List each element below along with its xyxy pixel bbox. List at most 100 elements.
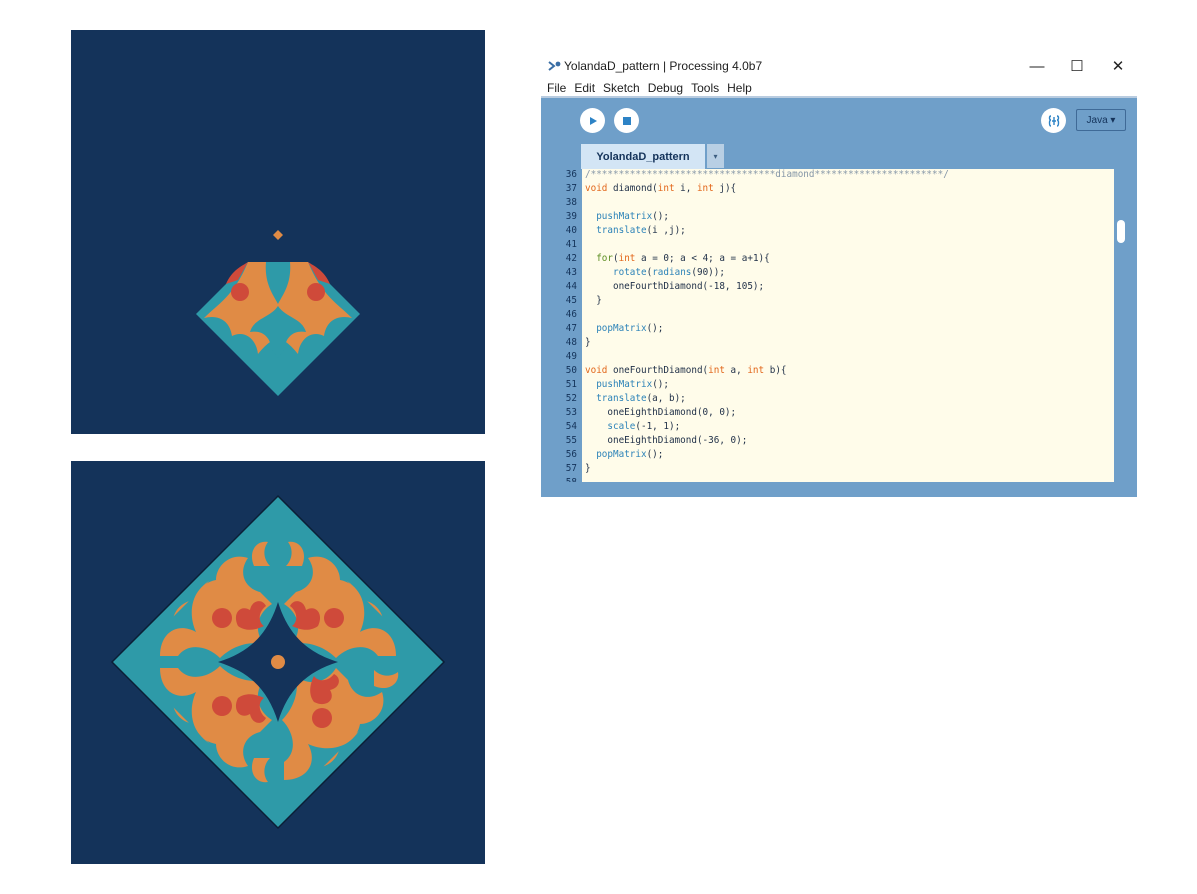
code-line[interactable]: /*********************************diamon… [582,169,1114,182]
code-token: int [747,365,765,376]
line-number: 56 [565,449,577,460]
run-button[interactable] [580,108,605,133]
code-line[interactable]: } [582,336,1114,350]
minimize-button[interactable]: — [1017,54,1057,78]
diamond-quadrant-mirror [278,662,428,812]
line-number: 39 [565,211,577,222]
small-orange-diamond [273,230,283,240]
code-line[interactable]: oneEighthDiamond(0, 0); [582,406,1114,420]
stop-icon [622,116,631,125]
partial-diamond-group [196,230,360,396]
red-dot [324,608,344,628]
menu-tools[interactable]: Tools [691,82,719,95]
code-line[interactable]: popMatrix(); [582,448,1114,462]
code-token: (); [646,449,664,460]
line-number: 44 [565,281,577,292]
code-token: int [696,183,714,194]
code-token: oneFourthDiamond(-18, 105); [585,281,765,292]
line-number: 36 [565,169,577,180]
stop-button[interactable] [614,108,639,133]
tab-menu-button[interactable]: ▾ [707,144,724,168]
line-number: 46 [565,309,577,320]
code-line[interactable]: pushMatrix(); [582,210,1114,224]
line-number: 37 [565,183,577,194]
menu-bar: File Edit Sketch Debug Tools Help [541,82,1137,95]
code-line[interactable]: void diamond(int i, int j){ [582,182,1114,196]
line-number-gutter: 36 37 38 39 40 41 42 43 44 45 46 47 48 49 50 51 52 53 54 55… [541,169,581,482]
line-number: 53 [565,407,577,418]
sketch-output-full [71,461,485,864]
mode-select[interactable]: Java ▾ [1076,109,1126,131]
code-token: int [657,183,675,194]
code-line[interactable] [582,476,1114,482]
code-line[interactable] [582,196,1114,210]
code-line[interactable] [582,308,1114,322]
diamond-quadrant [128,512,278,662]
code-token: int [618,253,636,264]
code-token: b){ [764,365,787,376]
code-line[interactable]: } [582,294,1114,308]
code-token: (90)); [691,267,725,278]
red-dot [231,283,249,301]
debugger-icon [1048,114,1059,127]
code-line[interactable]: for(int a = 0; a < 4; a = a+1){ [582,252,1114,266]
close-button[interactable]: ✕ [1098,54,1138,78]
code-line[interactable]: translate(a, b); [582,392,1114,406]
code-line[interactable]: void oneFourthDiamond(int a, int b){ [582,364,1114,378]
code-text-area[interactable]: /*********************************diamon… [582,169,1114,482]
menu-help[interactable]: Help [727,82,752,95]
code-token: } [585,463,591,474]
red-dot [212,608,232,628]
code-line[interactable] [582,350,1114,364]
scrollbar-thumb[interactable] [1117,220,1125,243]
code-line[interactable]: scale(-1, 1); [582,420,1114,434]
menu-sketch[interactable]: Sketch [603,82,640,95]
line-number: 42 [565,253,577,264]
code-token: (); [652,211,669,222]
code-token: translate [596,393,647,404]
code-line[interactable]: rotate(radians(90)); [582,266,1114,280]
center-dot [271,655,285,669]
editor-scrollbar[interactable] [1114,169,1127,482]
code-editor[interactable]: 36 37 38 39 40 41 42 43 44 45 46 47 48 49 50 51 52 53 54 55… [541,169,1137,482]
debugger-button[interactable] [1041,108,1066,133]
tab-yolandad-pattern[interactable]: YolandaD_pattern [581,144,705,169]
code-line[interactable]: translate(i ,j); [582,224,1114,238]
ide-toolbar: Java ▾ YolandaD_pattern ▾ 36 37 38 39 40 41 42… [541,98,1137,497]
code-token: pushMatrix [596,379,653,390]
code-line[interactable]: oneFourthDiamond(-18, 105); [582,280,1114,294]
red-dot [312,708,332,728]
code-token: void [585,365,608,376]
code-token: int [708,365,725,376]
code-line[interactable]: } [582,462,1114,476]
diamond-group [110,494,446,830]
title-bar[interactable]: YolandaD_pattern | Processing 4.0b7 — ☐ … [541,50,1137,82]
code-token: (); [646,323,664,334]
code-line[interactable] [582,238,1114,252]
code-line[interactable]: pushMatrix(); [582,378,1114,392]
code-line[interactable]: popMatrix(); [582,322,1114,336]
menu-file[interactable]: File [547,82,566,95]
code-token: oneFourthDiamond( [607,365,709,376]
code-token: oneEighthDiamond(0, 0); [585,407,737,418]
code-token: (i ,j); [646,225,686,236]
line-number: 45 [565,295,577,306]
line-number: 40 [565,225,577,236]
code-token: translate [596,225,647,236]
menu-edit[interactable]: Edit [574,82,595,95]
diamond-quadrant-mirror [128,662,278,812]
code-token: (a, b); [646,393,686,404]
menu-debug[interactable]: Debug [648,82,683,95]
code-line[interactable]: oneEighthDiamond(-36, 0); [582,434,1114,448]
maximize-button[interactable]: ☐ [1057,54,1097,78]
code-token: void [585,183,608,194]
code-token: i, [674,183,697,194]
code-token: } [585,295,602,306]
